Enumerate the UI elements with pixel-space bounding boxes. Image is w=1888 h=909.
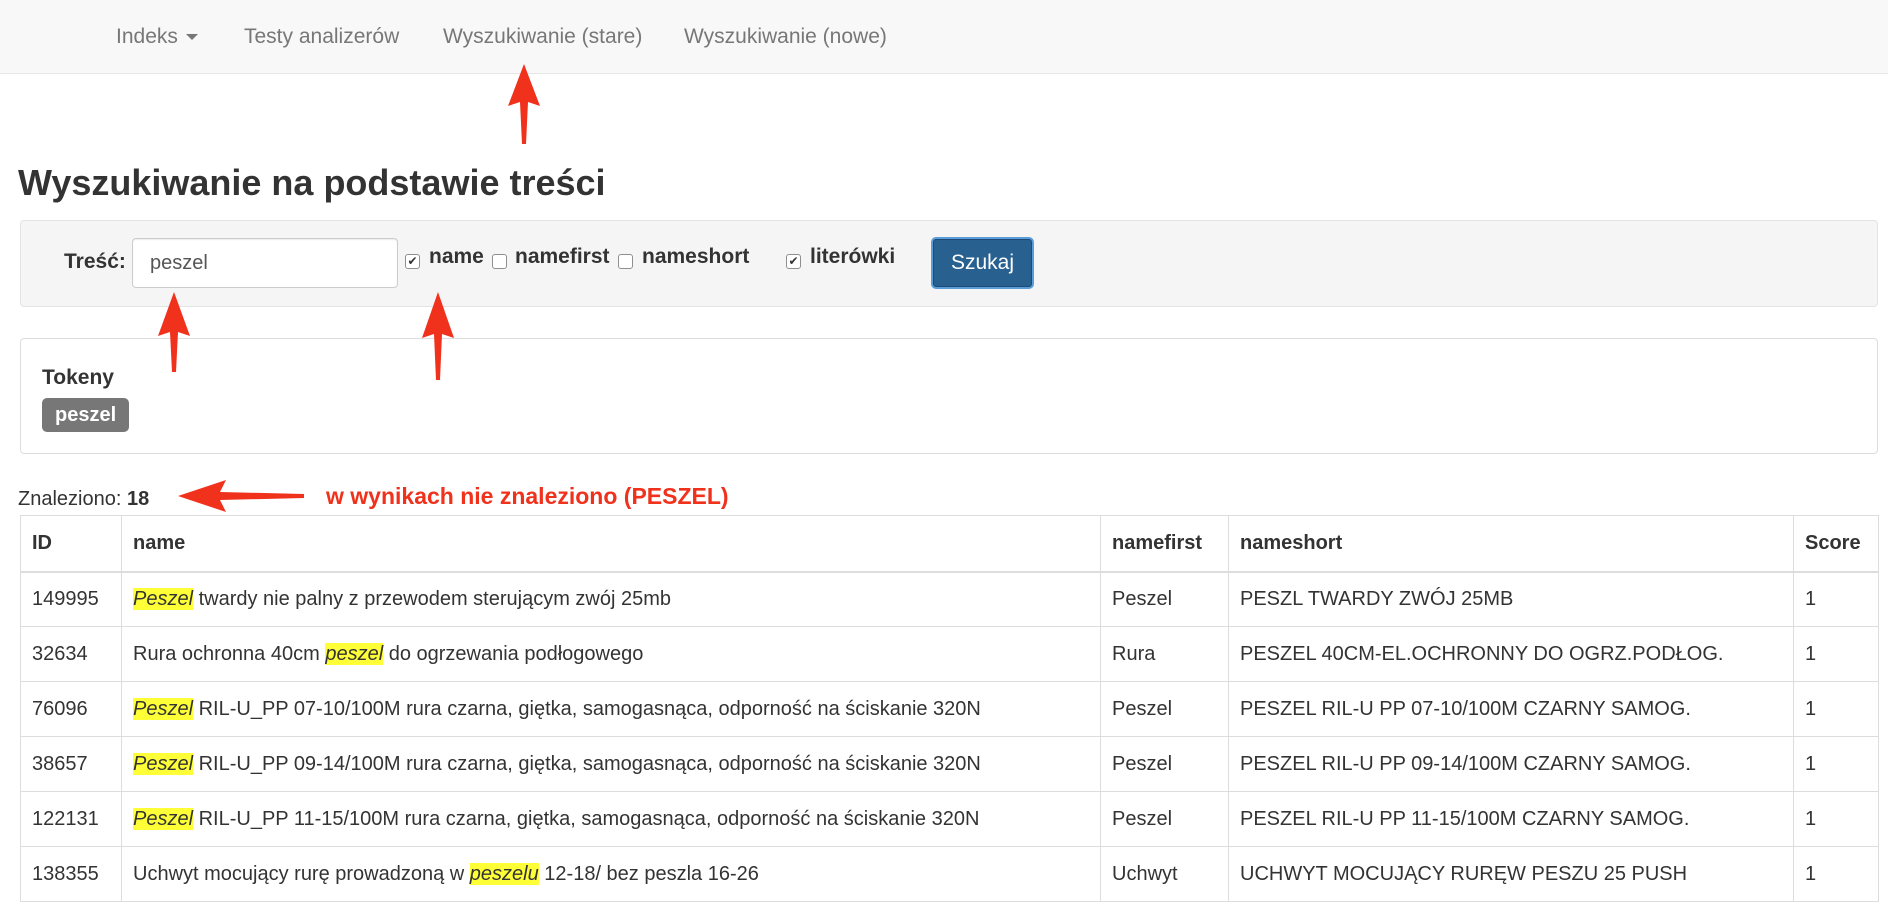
cell-namefirst: Uchwyt (1100, 846, 1229, 902)
checkbox-nameshort[interactable] (618, 254, 633, 269)
search-button[interactable]: Szukaj (931, 237, 1034, 289)
nav-item-testy-analizerow[interactable]: Testy analizerów (244, 0, 399, 74)
token-badge: peszel (42, 398, 130, 432)
name-text: RIL-U_PP 09-14/100M rura czarna, giętka,… (193, 752, 981, 775)
column-header-nameshort[interactable]: nameshort (1228, 515, 1794, 573)
tokens-panel (20, 338, 1878, 454)
caret-down-icon (185, 34, 198, 41)
column-header-name[interactable]: name (121, 515, 1101, 573)
annotation-arrow-up-icon (508, 64, 540, 144)
results-count-label: Znaleziono: (18, 488, 122, 510)
table-row: 32634 Rura ochronna 40cm peszel do ogrze… (20, 626, 1879, 682)
nav-item-wyszukiwanie-nowe[interactable]: Wyszukiwanie (nowe) (684, 0, 887, 74)
cell-id: 32634 (20, 626, 122, 682)
cell-nameshort: PESZEL RIL-U PP 11-15/100M CZARNY SAMOG. (1228, 791, 1794, 847)
name-text: RIL-U_PP 07-10/100M rura czarna, giętka,… (193, 697, 981, 720)
name-highlight: peszel (325, 642, 384, 665)
query-input[interactable] (132, 238, 398, 288)
cell-namefirst: Peszel (1100, 791, 1229, 847)
checkbox-literowki-label: literówki (810, 245, 896, 268)
cell-nameshort: UCHWYT MOCUJĄCY RURĘW PESZU 25 PUSH (1228, 846, 1794, 902)
nav-item-indeks[interactable]: Indeks (116, 0, 198, 74)
table-header-row: ID name namefirst nameshort Score (20, 515, 1879, 573)
cell-nameshort: PESZEL 40CM-EL.OCHRONNY DO OGRZ.PODŁOG. (1228, 626, 1794, 682)
results-table: ID name namefirst nameshort Score 149995… (20, 515, 1879, 902)
column-header-score[interactable]: Score (1793, 515, 1879, 573)
checkbox-namefirst[interactable] (492, 254, 507, 269)
name-text: do ogrzewania podłogowego (383, 642, 644, 665)
column-header-id[interactable]: ID (20, 515, 122, 573)
name-text: 12-18/ bez peszla 16-26 (538, 862, 759, 885)
results-count-value: 18 (126, 488, 150, 510)
cell-score: 1 (1793, 681, 1879, 737)
table-row: 38657 Peszel RIL-U_PP 09-14/100M rura cz… (20, 736, 1879, 792)
cell-namefirst: Rura (1100, 626, 1229, 682)
checkbox-literowki[interactable]: ✔ (786, 254, 801, 269)
cell-score: 1 (1793, 791, 1879, 847)
top-navbar: Indeks Testy analizerów Wyszukiwanie (st… (0, 0, 1888, 74)
cell-score: 1 (1793, 571, 1879, 627)
cell-namefirst: Peszel (1100, 571, 1229, 627)
annotation-text: w wynikach nie znaleziono (PESZEL) (326, 483, 729, 509)
cell-id: 149995 (20, 571, 122, 627)
tokens-title: Tokeny (42, 366, 114, 389)
table-row: 76096 Peszel RIL-U_PP 07-10/100M rura cz… (20, 681, 1879, 737)
cell-score: 1 (1793, 736, 1879, 792)
cell-id: 38657 (20, 736, 122, 792)
query-label: Treść: (64, 250, 126, 273)
cell-name: Rura ochronna 40cm peszel do ogrzewania … (121, 626, 1101, 682)
name-text: twardy nie palny z przewodem sterującym … (193, 587, 671, 610)
cell-name: Uchwyt mocujący rurę prowadzoną w peszel… (121, 846, 1101, 902)
cell-id: 138355 (20, 846, 122, 902)
cell-id: 122131 (20, 791, 122, 847)
nav-item-label: Indeks (116, 25, 178, 48)
table-row: 149995 Peszel twardy nie palny z przewod… (20, 571, 1879, 627)
cell-score: 1 (1793, 626, 1879, 682)
column-header-namefirst[interactable]: namefirst (1100, 515, 1229, 573)
cell-namefirst: Peszel (1100, 736, 1229, 792)
annotation-arrow-up-icon (422, 292, 454, 380)
cell-nameshort: PESZEL RIL-U PP 09-14/100M CZARNY SAMOG. (1228, 736, 1794, 792)
results-count: Znaleziono: 18 (18, 488, 149, 511)
checkbox-nameshort-label: nameshort (642, 245, 750, 268)
name-text: Rura ochronna 40cm (133, 642, 326, 665)
name-highlight: Peszel (133, 697, 194, 720)
cell-score: 1 (1793, 846, 1879, 902)
name-highlight: Peszel (133, 587, 194, 610)
nav-item-wyszukiwanie-stare[interactable]: Wyszukiwanie (stare) (443, 0, 642, 74)
checkbox-name-label: name (429, 245, 484, 268)
annotation-arrow-up-icon (158, 292, 190, 372)
annotation-arrow-left-icon (178, 480, 304, 512)
cell-namefirst: Peszel (1100, 681, 1229, 737)
name-highlight: Peszel (133, 807, 194, 830)
cell-nameshort: PESZL TWARDY ZWÓJ 25MB (1228, 571, 1794, 627)
cell-name: Peszel twardy nie palny z przewodem ster… (121, 571, 1101, 627)
checkbox-name[interactable]: ✔ (405, 254, 420, 269)
cell-id: 76096 (20, 681, 122, 737)
cell-name: Peszel RIL-U_PP 11-15/100M rura czarna, … (121, 791, 1101, 847)
name-highlight: peszelu (469, 862, 539, 885)
cell-name: Peszel RIL-U_PP 07-10/100M rura czarna, … (121, 681, 1101, 737)
name-highlight: Peszel (133, 752, 194, 775)
page-title: Wyszukiwanie na podstawie treści (18, 162, 606, 203)
table-row: 138355 Uchwyt mocujący rurę prowadzoną w… (20, 846, 1879, 902)
table-row: 122131 Peszel RIL-U_PP 11-15/100M rura c… (20, 791, 1879, 847)
checkbox-namefirst-label: namefirst (515, 245, 610, 268)
cell-name: Peszel RIL-U_PP 09-14/100M rura czarna, … (121, 736, 1101, 792)
cell-nameshort: PESZEL RIL-U PP 07-10/100M CZARNY SAMOG. (1228, 681, 1794, 737)
name-text: RIL-U_PP 11-15/100M rura czarna, giętka,… (193, 807, 980, 830)
name-text: Uchwyt mocujący rurę prowadzoną w (133, 862, 470, 885)
